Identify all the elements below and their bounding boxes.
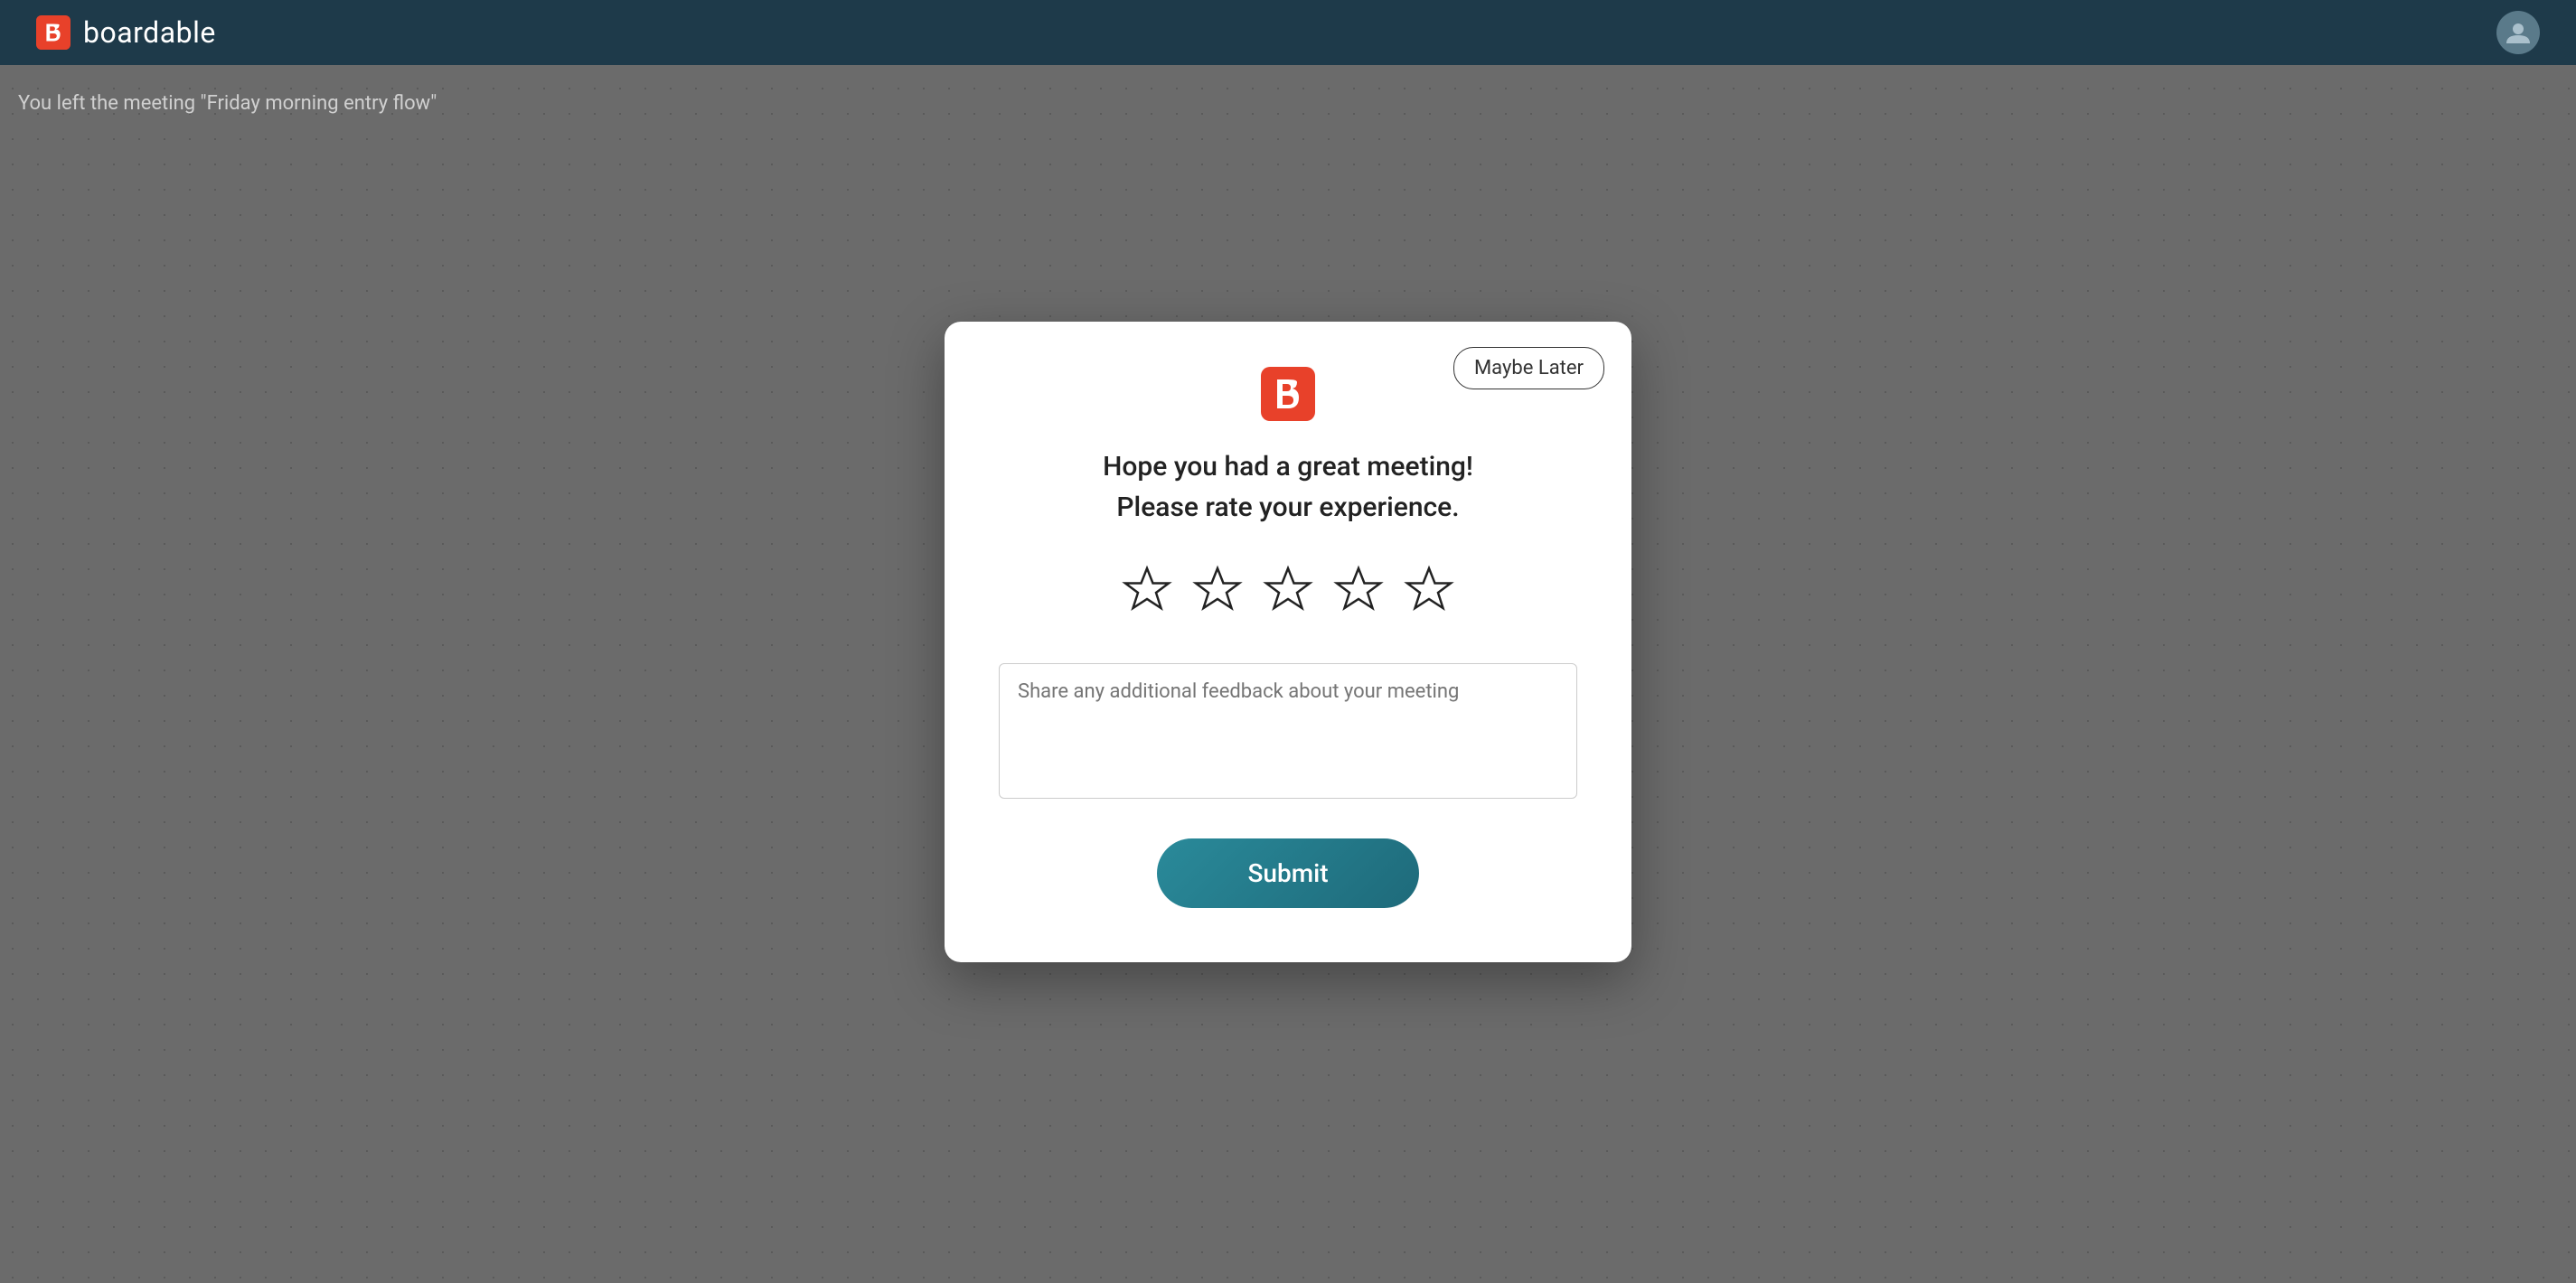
- modal-overlay: Maybe Later Hope you had a great meeting…: [0, 0, 2576, 1283]
- star-5[interactable]: [1402, 564, 1456, 618]
- feedback-textarea[interactable]: [999, 663, 1577, 799]
- submit-button[interactable]: Submit: [1157, 838, 1418, 908]
- star-1[interactable]: [1120, 564, 1174, 618]
- feedback-modal: Maybe Later Hope you had a great meeting…: [945, 322, 1631, 962]
- star-4[interactable]: [1331, 564, 1386, 618]
- modal-boardable-logo: [1261, 367, 1315, 421]
- star-rating[interactable]: [999, 564, 1577, 618]
- maybe-later-button[interactable]: Maybe Later: [1453, 347, 1604, 389]
- modal-heading: Hope you had a great meeting! Please rat…: [999, 446, 1577, 528]
- star-2[interactable]: [1190, 564, 1245, 618]
- star-3[interactable]: [1261, 564, 1315, 618]
